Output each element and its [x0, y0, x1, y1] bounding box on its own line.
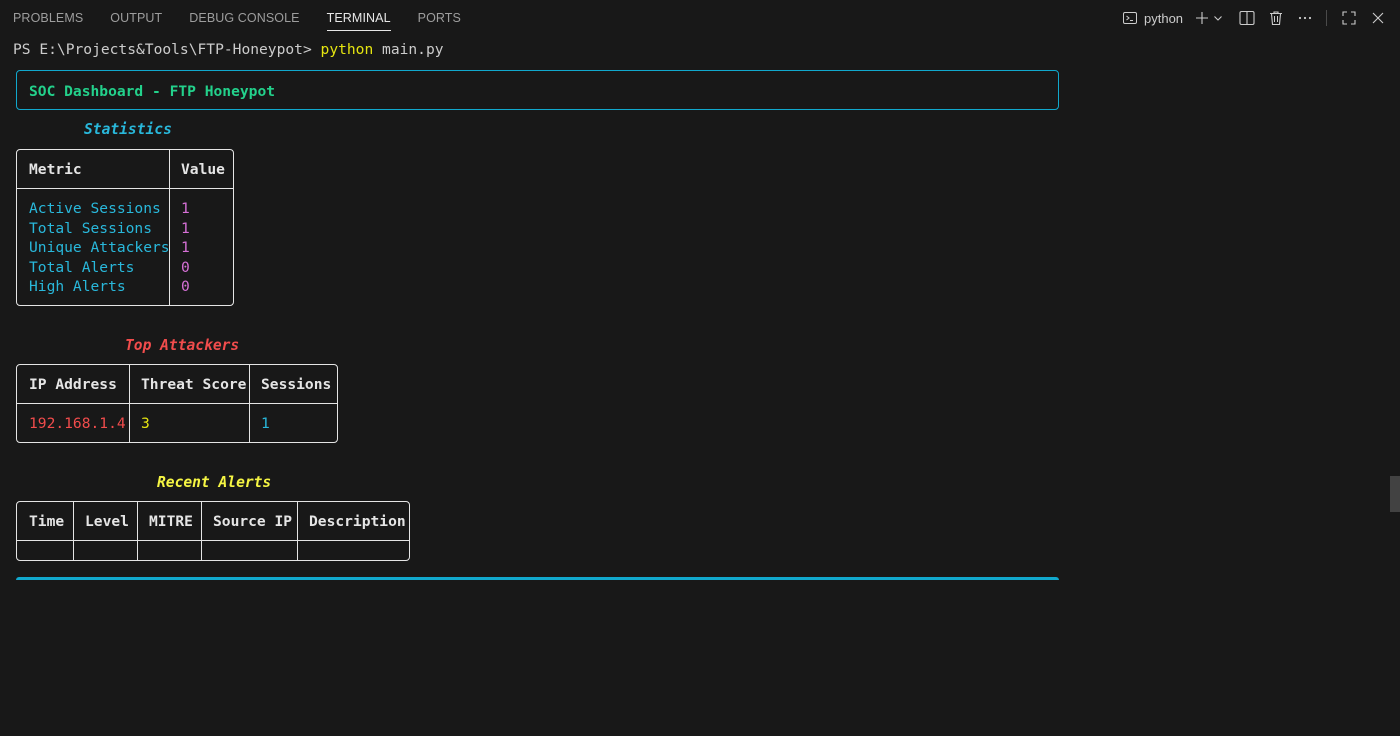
- tab-output[interactable]: OUTPUT: [110, 0, 162, 36]
- terminal-area[interactable]: PS E:\Projects&Tools\FTP-Honeypot> pytho…: [0, 36, 1386, 580]
- header-description: Description: [309, 513, 406, 530]
- statistics-caption: Statistics: [84, 121, 172, 138]
- value-active-sessions: 1: [181, 200, 190, 217]
- value-total-sessions: 1: [181, 219, 190, 237]
- metric-total-sessions: Total Sessions: [29, 219, 153, 237]
- header-time: Time: [29, 513, 65, 530]
- command-program: python: [320, 41, 374, 58]
- header-threat-score: Threat Score: [141, 376, 247, 393]
- maximize-icon: [1341, 10, 1357, 26]
- terminal-selector-button[interactable]: python: [1122, 9, 1183, 27]
- header-ip-address: IP Address: [29, 376, 117, 393]
- dashboard-title-panel: SOC Dashboard - FTP Honeypot: [16, 70, 1059, 110]
- value-total-alerts: 0: [181, 258, 190, 276]
- panel-actions: python: [1110, 0, 1400, 36]
- metric-total-alerts: Total Alerts: [29, 258, 135, 276]
- header-source-ip: Source IP: [213, 513, 293, 530]
- top-attackers-caption: Top Attackers: [125, 337, 240, 354]
- tab-ports[interactable]: PORTS: [418, 0, 461, 36]
- metric-high-alerts: High Alerts: [29, 278, 126, 295]
- recent-alerts-table: Time Level MITRE Source IP Description: [16, 501, 410, 561]
- more-icon: [1297, 10, 1313, 26]
- close-icon: [1370, 10, 1386, 26]
- kill-terminal-button[interactable]: [1267, 9, 1285, 27]
- value-high-alerts: 0: [181, 278, 190, 295]
- attacker-sessions: 1: [261, 415, 270, 432]
- terminal-icon: [1122, 10, 1138, 26]
- actions-separator: [1326, 10, 1327, 26]
- plus-icon: [1194, 10, 1210, 26]
- attacker-threat-score: 3: [141, 415, 150, 432]
- tab-terminal[interactable]: TERMINAL: [326, 0, 391, 36]
- chevron-down-icon: [1213, 10, 1223, 26]
- panel-tabs: PROBLEMS OUTPUT DEBUG CONSOLE TERMINAL P…: [0, 0, 475, 36]
- statistics-table: Metric Value Active Sessions 1 Total Ses…: [16, 149, 234, 306]
- scrollbar-thumb[interactable]: [1390, 476, 1400, 512]
- trash-icon: [1267, 9, 1285, 27]
- tab-problems[interactable]: PROBLEMS: [13, 0, 83, 36]
- split-terminal-button[interactable]: [1238, 9, 1256, 27]
- terminal-name: python: [1144, 10, 1184, 26]
- column-divider: [137, 502, 138, 560]
- split-icon: [1238, 9, 1256, 27]
- dashboard-title: SOC Dashboard - FTP Honeypot: [29, 83, 276, 100]
- command-line: PS E:\Projects&Tools\FTP-Honeypot> pytho…: [13, 40, 444, 60]
- header-sessions: Sessions: [261, 376, 332, 393]
- header-value: Value: [181, 161, 225, 178]
- column-divider: [169, 150, 170, 305]
- value-unique-attackers: 1: [181, 239, 190, 256]
- terminal-scrollbar[interactable]: [1386, 36, 1400, 580]
- attacker-ip: 192.168.1.4: [29, 415, 126, 432]
- prompt: PS E:\Projects&Tools\FTP-Honeypot>: [13, 41, 321, 58]
- metric-active-sessions: Active Sessions: [29, 200, 161, 217]
- more-actions-button[interactable]: [1297, 9, 1313, 27]
- column-divider: [297, 502, 298, 560]
- terminal-profiles-dropdown[interactable]: [1213, 9, 1223, 27]
- close-panel-button[interactable]: [1370, 9, 1386, 27]
- tab-debug-console[interactable]: DEBUG CONSOLE: [189, 0, 299, 36]
- metric-unique-attackers: Unique Attackers: [29, 239, 170, 256]
- header-metric: Metric: [29, 161, 82, 178]
- header-mitre: MITRE: [149, 513, 193, 530]
- top-attackers-table: IP Address Threat Score Sessions 192.168…: [16, 364, 338, 443]
- new-terminal-button[interactable]: [1194, 9, 1210, 27]
- header-divider: [17, 403, 337, 404]
- recent-alerts-caption: Recent Alerts: [157, 474, 272, 491]
- command-args: main.py: [373, 41, 444, 58]
- column-divider: [73, 502, 74, 560]
- header-divider: [17, 540, 409, 541]
- header-level: Level: [85, 513, 129, 530]
- column-divider: [201, 502, 202, 560]
- header-divider: [17, 188, 233, 189]
- panel-header: PROBLEMS OUTPUT DEBUG CONSOLE TERMINAL P…: [0, 0, 1400, 36]
- maximize-panel-button[interactable]: [1341, 9, 1357, 27]
